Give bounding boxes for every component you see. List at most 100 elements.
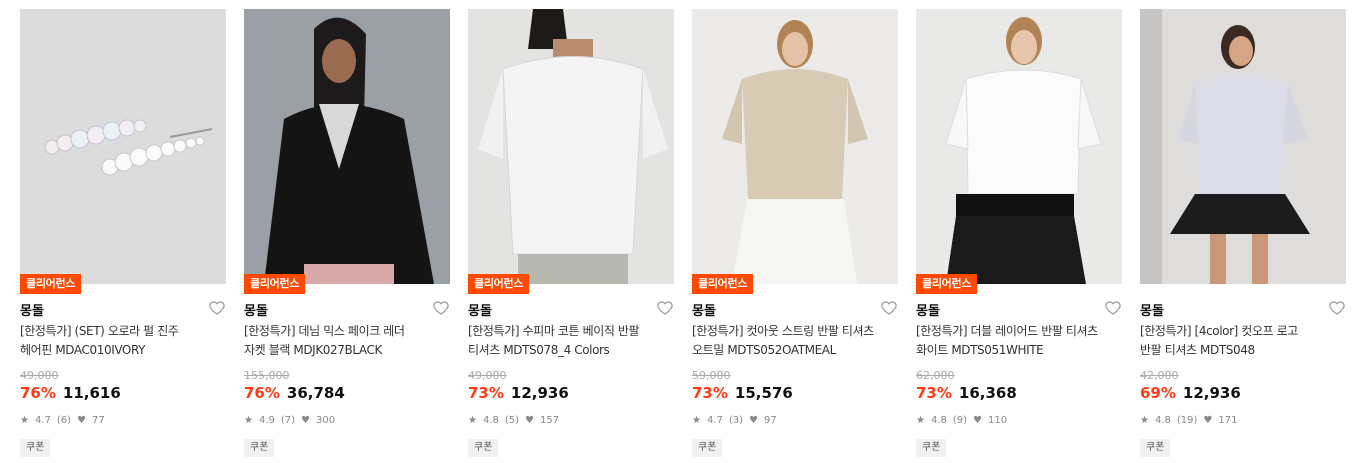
discount-rate: 76%: [244, 384, 280, 402]
original-price: 49,000: [20, 369, 59, 382]
price-row: 73% 12,936: [468, 384, 569, 402]
heart-icon[interactable]: [1104, 299, 1122, 317]
clearance-badge: 클리어런스: [468, 274, 530, 294]
sale-price: 12,936: [1182, 384, 1241, 402]
like-count: 110: [988, 415, 1008, 426]
discount-rate: 76%: [20, 384, 56, 402]
price-row: 76% 11,616: [20, 384, 121, 402]
coupon-tag: 쿠폰: [468, 439, 499, 457]
star-icon: ★: [468, 415, 477, 426]
like-icon: ♥: [973, 415, 983, 426]
product-image[interactable]: [468, 9, 674, 284]
clearance-badge: 클리어런스: [244, 274, 306, 294]
review-count: (3): [728, 415, 744, 426]
rating-row: ★ 4.9 (7) ♥ 300: [244, 415, 341, 426]
sale-price: 11,616: [62, 384, 121, 402]
product-card[interactable]: 클리어런스 몽돌 [한정특가] 더블 레이어드 반팔 티셔츠 화이트 MDTS05…: [916, 9, 1122, 459]
brand-name[interactable]: 몽돌: [468, 300, 492, 319]
like-icon: ♥: [301, 415, 311, 426]
star-icon: ★: [1140, 415, 1149, 426]
original-price: 62,000: [916, 369, 955, 382]
rating: 4.8: [482, 415, 499, 426]
brand-name[interactable]: 몽돌: [916, 300, 940, 319]
product-title[interactable]: [한정특가] 데님 믹스 페이크 레더 자켓 블랙 MDJK027BLACK: [244, 322, 448, 360]
like-count: 157: [540, 415, 560, 426]
clearance-badge: 클리어런스: [20, 274, 82, 294]
star-icon: ★: [244, 415, 253, 426]
product-image[interactable]: [916, 9, 1122, 284]
like-icon: ♥: [749, 415, 759, 426]
review-count: (5): [504, 415, 520, 426]
star-icon: ★: [916, 415, 925, 426]
price-row: 76% 36,784: [244, 384, 345, 402]
discount-rate: 69%: [1140, 384, 1176, 402]
coupon-tag: 쿠폰: [1140, 439, 1171, 457]
like-count: 300: [316, 415, 336, 426]
product-image[interactable]: [692, 9, 898, 284]
coupon-tag: 쿠폰: [692, 439, 723, 457]
star-icon: ★: [20, 415, 29, 426]
rating-row: ★ 4.7 (3) ♥ 97: [692, 415, 783, 426]
coupon-tag: 쿠폰: [916, 439, 947, 457]
like-icon: ♥: [1203, 415, 1213, 426]
coupon-tag: 쿠폰: [244, 439, 275, 457]
coupon-tag: 쿠폰: [20, 439, 51, 457]
original-price: 59,000: [692, 369, 731, 382]
rating-row: ★ 4.8 (19) ♥ 171: [1140, 415, 1243, 426]
rating-row: ★ 4.8 (5) ♥ 157: [468, 415, 565, 426]
rating: 4.7: [34, 415, 51, 426]
product-card[interactable]: 클리어런스 몽돌 [한정특가] 데님 믹스 페이크 레더 자켓 블랙 MDJK02…: [244, 9, 450, 459]
discount-rate: 73%: [916, 384, 952, 402]
product-image[interactable]: [20, 9, 226, 284]
like-icon: ♥: [525, 415, 535, 426]
like-count: 77: [92, 415, 105, 426]
like-count: 97: [764, 415, 777, 426]
heart-icon[interactable]: [208, 299, 226, 317]
original-price: 49,000: [468, 369, 507, 382]
product-title[interactable]: [한정특가] [4color] 컷오프 로고 반팔 티셔츠 MDTS048: [1140, 322, 1344, 360]
brand-name[interactable]: 몽돌: [692, 300, 716, 319]
product-title[interactable]: [한정특가] 더블 레이어드 반팔 티셔츠 화이트 MDTS051WHITE: [916, 322, 1120, 360]
product-image[interactable]: [244, 9, 450, 284]
clearance-badge: 클리어런스: [916, 274, 978, 294]
price-row: 73% 16,368: [916, 384, 1017, 402]
rating: 4.7: [706, 415, 723, 426]
brand-name[interactable]: 몽돌: [244, 300, 268, 319]
discount-rate: 73%: [692, 384, 728, 402]
product-card[interactable]: 몽돌 [한정특가] [4color] 컷오프 로고 반팔 티셔츠 MDTS048 …: [1140, 9, 1346, 459]
sale-price: 36,784: [286, 384, 345, 402]
clearance-badge: 클리어런스: [692, 274, 754, 294]
like-icon: ♥: [77, 415, 87, 426]
heart-icon[interactable]: [1328, 299, 1346, 317]
product-card[interactable]: 클리어런스 몽돌 [한정특가] 수피마 코튼 베이직 반팔 티셔츠 MDTS078…: [468, 9, 674, 459]
review-count: (9): [952, 415, 968, 426]
sale-price: 15,576: [734, 384, 793, 402]
product-card[interactable]: 클리어런스 몽돌 [한정특가] 컷아웃 스트링 반팔 티셔츠 오트밀 MDTS05…: [692, 9, 898, 459]
price-row: 69% 12,936: [1140, 384, 1241, 402]
product-title[interactable]: [한정특가] 컷아웃 스트링 반팔 티셔츠 오트밀 MDTS052OATMEAL: [692, 322, 896, 360]
original-price: 155,000: [244, 369, 290, 382]
product-title[interactable]: [한정특가] (SET) 오로라 펄 진주 헤어핀 MDAC010IVORY: [20, 322, 224, 360]
rating: 4.8: [930, 415, 947, 426]
original-price: 42,000: [1140, 369, 1179, 382]
like-count: 171: [1218, 415, 1238, 426]
product-card[interactable]: 클리어런스 몽돌 [한정특가] (SET) 오로라 펄 진주 헤어핀 MDAC01…: [20, 9, 226, 459]
product-image[interactable]: [1140, 9, 1346, 284]
review-count: (7): [280, 415, 296, 426]
sale-price: 16,368: [958, 384, 1017, 402]
brand-name[interactable]: 몽돌: [20, 300, 44, 319]
rating-row: ★ 4.8 (9) ♥ 110: [916, 415, 1013, 426]
rating-row: ★ 4.7 (6) ♥ 77: [20, 415, 111, 426]
product-title[interactable]: [한정특가] 수피마 코튼 베이직 반팔 티셔츠 MDTS078_4 Colors: [468, 322, 672, 360]
review-count: (19): [1176, 415, 1198, 426]
sale-price: 12,936: [510, 384, 569, 402]
price-row: 73% 15,576: [692, 384, 793, 402]
review-count: (6): [56, 415, 72, 426]
rating: 4.9: [258, 415, 275, 426]
brand-name[interactable]: 몽돌: [1140, 300, 1164, 319]
heart-icon[interactable]: [656, 299, 674, 317]
heart-icon[interactable]: [880, 299, 898, 317]
heart-icon[interactable]: [432, 299, 450, 317]
product-grid: 클리어런스 몽돌 [한정특가] (SET) 오로라 펄 진주 헤어핀 MDAC01…: [20, 9, 1350, 459]
rating: 4.8: [1154, 415, 1171, 426]
